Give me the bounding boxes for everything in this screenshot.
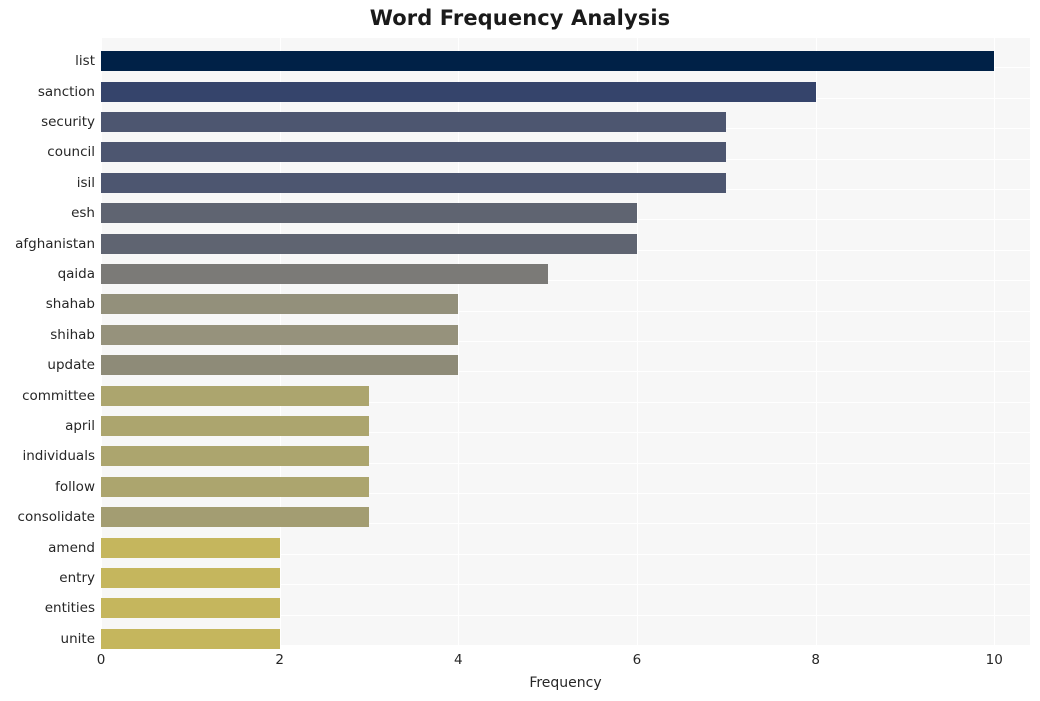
- bar: [101, 476, 369, 497]
- y-axis-tick-label: update: [47, 357, 95, 374]
- y-axis-tick-label: esh: [71, 205, 95, 222]
- bar: [101, 112, 727, 132]
- y-axis-tick-label: unite: [60, 630, 95, 647]
- y-axis-tick-label: shahab: [45, 296, 95, 313]
- bar: [101, 233, 637, 254]
- x-axis-tick-label: 4: [454, 652, 463, 668]
- y-axis-tick-label: isil: [76, 174, 95, 191]
- bar: [101, 507, 369, 528]
- y-axis-tick-label: follow: [55, 478, 95, 495]
- y-axis-tick-label: consolidate: [17, 509, 95, 526]
- gridline-horizontal: [101, 37, 1030, 38]
- bar: [101, 294, 459, 315]
- bar: [101, 203, 637, 224]
- bar: [101, 628, 280, 649]
- bar: [101, 355, 459, 376]
- y-axis-tick-label: sanction: [37, 83, 95, 100]
- bar: [101, 537, 280, 558]
- bar: [101, 324, 459, 345]
- y-axis-tick-label: committee: [22, 387, 95, 404]
- x-axis-tick-label: 6: [632, 652, 642, 668]
- bar: [101, 385, 369, 406]
- y-axis-tick-label: entry: [59, 570, 95, 586]
- bar: [101, 81, 816, 102]
- page-title: Word Frequency Analysis: [369, 6, 671, 30]
- x-axis-label: Frequency: [529, 675, 602, 691]
- bar: [101, 446, 369, 467]
- y-axis-tick-label: april: [65, 418, 95, 434]
- y-axis-tick-label: shihab: [50, 326, 95, 343]
- bar: [101, 264, 548, 284]
- bar: [101, 51, 995, 72]
- y-axis-tick-label: amend: [48, 539, 95, 556]
- bar: [101, 598, 280, 619]
- y-axis-tick-label: individuals: [22, 448, 95, 465]
- x-axis-tick-label: 8: [811, 652, 820, 668]
- y-axis-tick-label: qaida: [57, 266, 95, 282]
- y-axis-tick-label: list: [75, 53, 95, 70]
- chart-figure: Word Frequency Analysis list sanction secu…: [0, 0, 1040, 701]
- x-axis-tick-label: 10: [985, 652, 1003, 668]
- bar: [101, 568, 280, 588]
- x-axis-tick-label: 0: [96, 652, 106, 668]
- y-axis-tick-label: entities: [44, 600, 95, 617]
- y-axis-tick-labels: list sanction security council isil esh afghan…: [0, 0, 95, 701]
- x-axis-tick-label: 2: [275, 652, 284, 668]
- y-axis-tick-label: security: [41, 114, 95, 130]
- bar: [101, 416, 369, 436]
- y-axis-tick-label: afghanistan: [15, 235, 95, 252]
- bar: [101, 142, 727, 163]
- plot-area: [101, 37, 1030, 649]
- y-axis-tick-label: council: [47, 144, 95, 161]
- bar: [101, 172, 727, 193]
